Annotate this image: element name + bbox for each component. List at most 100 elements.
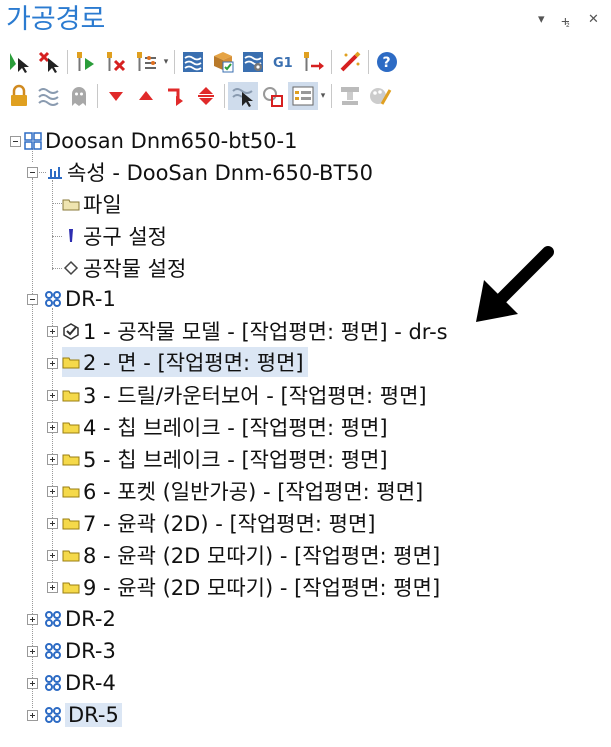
folder-icon bbox=[62, 418, 80, 436]
toggle-display-button[interactable] bbox=[34, 82, 64, 110]
move-up-button[interactable] bbox=[131, 82, 161, 110]
tree-group-dr4[interactable]: DR-4 bbox=[44, 668, 116, 698]
machine-icon bbox=[341, 87, 359, 105]
svg-text:G1: G1 bbox=[273, 56, 293, 71]
display-mode-dropdown-icon[interactable]: ▾ bbox=[318, 82, 328, 110]
operation-label: 6 - 포켓 (일반가공) - [작업평면: 평면] bbox=[83, 480, 424, 504]
tree-operation[interactable]: 1 - 공작물 모델 - [작업평면: 평면] - dr-s bbox=[62, 316, 448, 346]
operation-label: 9 - 윤곽 (2D 모따기) - [작업평면: 평면] bbox=[83, 576, 441, 600]
toggle-posting-button[interactable] bbox=[64, 82, 94, 110]
insert-arrow-button[interactable] bbox=[161, 82, 191, 110]
verify-icon bbox=[214, 52, 234, 73]
tree-properties-label: 속성 - DooSan Dnm-650-BT50 bbox=[67, 161, 374, 185]
edit-toolpath-button[interactable] bbox=[335, 48, 365, 76]
group-dr3-expand-toggle[interactable] bbox=[27, 646, 38, 657]
op6-expand-toggle[interactable] bbox=[47, 486, 58, 497]
high-feed-button[interactable] bbox=[298, 48, 328, 76]
tree-operation[interactable]: 9 - 윤곽 (2D 모따기) - [작업평면: 평면] bbox=[62, 572, 440, 602]
operation-defaults-button[interactable] bbox=[335, 82, 365, 110]
tree-group-dr2[interactable]: DR-2 bbox=[44, 604, 116, 634]
select-all-operations-button[interactable] bbox=[4, 48, 34, 76]
group-dr5-expand-toggle[interactable] bbox=[27, 710, 38, 721]
operation-label: 4 - 칩 브레이크 - [작업평면: 평면] bbox=[83, 416, 388, 440]
tree-operation-selected[interactable]: 2 - 면 - [작업평면: 평면] bbox=[62, 347, 308, 377]
select-toolpath-mode-button[interactable] bbox=[228, 82, 258, 110]
toolpath-options-button[interactable] bbox=[131, 48, 161, 76]
high-feed-icon bbox=[304, 52, 324, 71]
op9-expand-toggle[interactable] bbox=[47, 582, 58, 593]
tree-operation[interactable]: 4 - 칩 브레이크 - [작업평면: 평면] bbox=[62, 412, 388, 442]
display-mode-button[interactable] bbox=[288, 82, 318, 110]
tool-play-icon bbox=[77, 52, 94, 71]
select-waves-icon bbox=[232, 88, 253, 107]
tree-operation[interactable]: 8 - 윤곽 (2D 모따기) - [작업평면: 평면] bbox=[62, 540, 440, 570]
tree-operation[interactable]: 5 - 칩 브레이크 - [작업평면: 평면] bbox=[62, 444, 388, 474]
tree-group-label: DR-3 bbox=[65, 639, 116, 663]
tree-group-dr3[interactable]: DR-3 bbox=[44, 636, 116, 666]
move-down-button[interactable] bbox=[101, 82, 131, 110]
toolpath-group-icon bbox=[44, 290, 62, 308]
regenerate-all-button[interactable] bbox=[71, 48, 101, 76]
tree-files[interactable]: 파일 bbox=[62, 189, 122, 219]
tree-operation[interactable]: 3 - 드릴/카운터보어 - [작업평면: 평면] bbox=[62, 380, 427, 410]
annotation-arrow-icon bbox=[476, 246, 554, 322]
group-dr2-expand-toggle[interactable] bbox=[27, 614, 38, 625]
folder-icon bbox=[62, 353, 80, 371]
folder-icon bbox=[62, 386, 80, 404]
paint-icon bbox=[370, 88, 392, 105]
op4-expand-toggle[interactable] bbox=[47, 422, 58, 433]
op5-expand-toggle[interactable] bbox=[47, 454, 58, 465]
tree-group-label: DR-2 bbox=[65, 607, 116, 631]
op7-expand-toggle[interactable] bbox=[47, 518, 58, 529]
tree-stock-settings[interactable]: 공작물 설정 bbox=[62, 253, 186, 283]
tree-root-label: Doosan Dnm650-bt50-1 bbox=[45, 129, 298, 153]
lock-icon bbox=[11, 84, 27, 106]
regenerate-dirty-button[interactable] bbox=[101, 48, 131, 76]
post-selected-button[interactable]: G1 bbox=[268, 48, 298, 76]
op8-expand-toggle[interactable] bbox=[47, 550, 58, 561]
expand-collapse-button[interactable] bbox=[191, 82, 221, 110]
root-collapse-toggle[interactable] bbox=[10, 136, 21, 147]
close-icon[interactable]: ✕ bbox=[588, 10, 599, 30]
tool-settings-icon bbox=[137, 52, 156, 71]
tree-root[interactable]: Doosan Dnm650-bt50-1 bbox=[24, 126, 297, 156]
stock-diamond-icon bbox=[62, 259, 80, 277]
group-dr4-expand-toggle[interactable] bbox=[27, 678, 38, 689]
help-button[interactable]: ? bbox=[372, 48, 402, 76]
machine-group-icon bbox=[24, 132, 42, 150]
tree-properties[interactable]: 속성 - DooSan Dnm-650-BT50 bbox=[46, 157, 373, 187]
operation-label: 8 - 윤곽 (2D 모따기) - [작업평면: 평면] bbox=[83, 544, 441, 568]
display-options-icon bbox=[292, 86, 314, 106]
lock-button[interactable] bbox=[4, 82, 34, 110]
backplot-icon bbox=[183, 52, 203, 72]
toolbar-row-1: ▾ G1 ? bbox=[4, 47, 402, 77]
op1-expand-toggle[interactable] bbox=[47, 326, 58, 337]
tree-group-dr1[interactable]: DR-1 bbox=[44, 284, 116, 314]
pin-icon[interactable]: ⨧ bbox=[561, 10, 570, 30]
operation-label: 2 - 면 - [작업평면: 평면] bbox=[83, 351, 304, 375]
tree-group-dr5[interactable]: DR-5 bbox=[44, 700, 122, 730]
select-geometry-button[interactable] bbox=[258, 82, 288, 110]
op3-expand-toggle[interactable] bbox=[47, 390, 58, 401]
simulate-button[interactable] bbox=[238, 48, 268, 76]
verify-button[interactable] bbox=[208, 48, 238, 76]
triangle-up-icon bbox=[139, 91, 153, 100]
toolpath-group-icon bbox=[44, 706, 62, 724]
toolpath-group-icon bbox=[44, 674, 62, 692]
folder-icon bbox=[62, 450, 80, 468]
paint-button[interactable] bbox=[365, 82, 395, 110]
deselect-operations-button[interactable] bbox=[34, 48, 64, 76]
tool-x-icon bbox=[107, 52, 126, 72]
ghost-icon bbox=[72, 87, 86, 106]
panel-title: 가공경로 bbox=[6, 4, 106, 35]
toolpaths-panel: 가공경로 ▾ ⨧ ✕ ▾ G1 ? ▾ Doosan Dnm650-bt50-1… bbox=[0, 0, 611, 747]
op2-expand-toggle[interactable] bbox=[47, 358, 58, 369]
group-dr1-collapse-toggle[interactable] bbox=[27, 294, 38, 305]
tree-tool-settings[interactable]: 공구 설정 bbox=[62, 221, 167, 251]
tree-operation[interactable]: 7 - 윤곽 (2D) - [작업평면: 평면] bbox=[62, 508, 376, 538]
backplot-button[interactable] bbox=[178, 48, 208, 76]
panel-menu-dropdown-icon[interactable]: ▾ bbox=[538, 10, 545, 30]
properties-collapse-toggle[interactable] bbox=[27, 167, 38, 178]
toolpath-options-dropdown-icon[interactable]: ▾ bbox=[161, 48, 171, 76]
tree-operation[interactable]: 6 - 포켓 (일반가공) - [작업평면: 평면] bbox=[62, 476, 423, 506]
